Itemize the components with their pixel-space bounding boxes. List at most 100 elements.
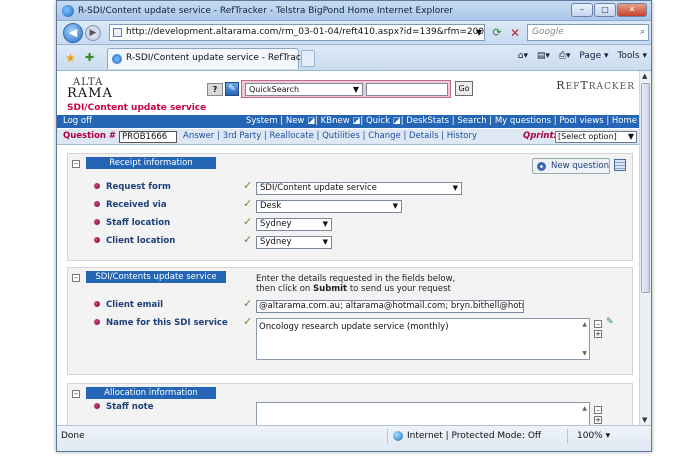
bullet-icon xyxy=(94,301,100,307)
altarama-logo: ALTA RAMA xyxy=(67,77,113,100)
qprint-select[interactable]: [Select option] ▼ xyxy=(555,131,637,143)
page-scrollbar[interactable]: ▲ ▼ xyxy=(639,71,651,425)
received-via-label: Received via xyxy=(94,200,167,210)
allocation-panel: – Allocation information Staff note ▲ – … xyxy=(67,383,633,425)
favorites-star-icon[interactable]: ★ xyxy=(65,51,76,65)
question-action-links[interactable]: Answer | 3rd Party | Reallocate | Qutili… xyxy=(183,129,477,144)
quicksearch-bar: QuickSearch ▼ xyxy=(241,80,451,98)
help-icon[interactable]: ? xyxy=(207,83,223,96)
sdi-instructions-submit: Submit xyxy=(313,284,348,294)
expand-field-icon[interactable]: + xyxy=(594,330,602,338)
scroll-down-icon[interactable]: ▼ xyxy=(642,416,647,424)
question-label: Question # xyxy=(63,131,117,141)
tab-page-icon xyxy=(112,54,122,64)
new-tab-button[interactable] xyxy=(301,50,315,67)
refresh-icon[interactable]: ⟳ xyxy=(489,25,505,41)
scroll-up-icon[interactable]: ▲ xyxy=(582,321,587,328)
chevron-down-icon: ▼ xyxy=(627,132,634,141)
sdi-name-textarea[interactable]: Oncology research update service (monthl… xyxy=(256,318,590,360)
chevron-down-icon: ▼ xyxy=(322,238,328,246)
home-icon[interactable]: ⌂▾ xyxy=(518,51,528,61)
quicksearch-tool-icon[interactable]: ✎ xyxy=(225,82,239,96)
scrollbar-thumb[interactable] xyxy=(641,83,650,293)
received-via-select[interactable]: Desk ▼ xyxy=(256,200,402,213)
scroll-up-icon[interactable]: ▲ xyxy=(642,72,647,80)
sdi-instructions-post: to send us your request xyxy=(347,284,451,294)
scroll-up-icon[interactable]: ▲ xyxy=(582,405,587,412)
print-icon[interactable]: ⎙▾ xyxy=(559,51,571,61)
zoom-control[interactable]: 100% ▾ xyxy=(577,431,610,441)
address-bar[interactable]: http://development.altarama.com/rm_03-01… xyxy=(109,24,485,41)
chevron-down-icon: ▼ xyxy=(322,220,328,228)
logoff-link[interactable]: Log off xyxy=(63,115,92,128)
go-button[interactable]: Go xyxy=(455,81,473,96)
globe-icon xyxy=(393,431,403,441)
feeds-icon[interactable]: ▤▾ xyxy=(537,51,550,61)
check-icon: ✓ xyxy=(243,315,253,328)
received-via-value: Desk xyxy=(260,201,282,211)
sdi-instructions: Enter the details requested in the field… xyxy=(256,274,455,294)
client-location-label-text: Client location xyxy=(106,236,176,246)
request-form-select[interactable]: SDI/Content update service ▼ xyxy=(256,182,462,195)
nav-links[interactable]: System | New ◪| KBnew ◪| Quick ◪| DeskSt… xyxy=(246,115,637,128)
address-row: ◀ ▶ http://development.altarama.com/rm_0… xyxy=(57,21,651,45)
quicksearch-select-value: QuickSearch xyxy=(249,85,300,94)
quicksearch-select[interactable]: QuickSearch ▼ xyxy=(245,83,363,96)
client-email-label: Client email xyxy=(94,300,163,310)
search-input[interactable]: Google ⌕ xyxy=(527,24,649,41)
page-menu[interactable]: Page ▾ xyxy=(579,51,608,61)
minimize-button[interactable]: – xyxy=(571,3,593,17)
list-view-icon[interactable] xyxy=(614,159,626,171)
page-title: SDI/Content update service xyxy=(67,103,207,113)
close-button[interactable]: ✕ xyxy=(617,3,647,17)
add-favorite-icon[interactable]: ✚ xyxy=(85,51,94,64)
tab-active[interactable]: R-SDI/Content update service - RefTracke… xyxy=(107,48,315,69)
staff-note-textarea[interactable]: ▲ xyxy=(256,402,590,425)
client-location-select[interactable]: Sydney ▼ xyxy=(256,236,332,249)
radio-icon xyxy=(537,162,546,171)
tab-label: R-SDI/Content update service - RefTracke… xyxy=(126,53,315,63)
sdi-instructions-line2: then click on Submit to send us your req… xyxy=(256,284,455,294)
scroll-down-icon[interactable]: ▼ xyxy=(582,350,587,357)
bullet-icon xyxy=(94,201,100,207)
collapse-receipt-toggle[interactable]: – xyxy=(72,160,80,168)
search-icon[interactable]: ⌕ xyxy=(640,25,645,40)
page-icon xyxy=(113,28,122,37)
client-email-field[interactable]: @altarama.com.au; altarama@hotmail.com; … xyxy=(256,300,524,313)
staff-location-select[interactable]: Sydney ▼ xyxy=(256,218,332,231)
request-form-value: SDI/Content update service xyxy=(260,183,377,193)
chevron-down-icon: ▼ xyxy=(452,184,458,192)
page-content: ALTA RAMA ? ✎ QuickSearch ▼ Go REFTRACKE… xyxy=(57,71,641,425)
chevron-down-icon[interactable]: ▼ xyxy=(476,25,482,40)
question-toolbar: Question # PROB1666 Answer | 3rd Party |… xyxy=(57,129,641,145)
new-question-button[interactable]: New question xyxy=(532,158,610,174)
window-controls: – □ ✕ xyxy=(570,3,647,17)
maximize-button[interactable]: □ xyxy=(594,3,616,17)
allocation-header: Allocation information xyxy=(86,387,216,399)
expand-field-icon[interactable]: + xyxy=(594,416,602,424)
quicksearch-input[interactable] xyxy=(366,83,448,96)
receipt-header: Receipt information xyxy=(86,157,216,169)
edit-pencil-icon[interactable]: ✎ xyxy=(606,317,614,327)
brand-part-racker: RACKER xyxy=(588,82,635,92)
back-button[interactable]: ◀ xyxy=(63,23,83,43)
browser-window: R-SDI/Content update service - RefTracke… xyxy=(56,0,652,452)
staff-location-label-text: Staff location xyxy=(106,218,171,228)
collapse-allocation-toggle[interactable]: – xyxy=(72,390,80,398)
brand-part-ef: EF xyxy=(565,82,581,92)
collapse-sdi-toggle[interactable]: – xyxy=(72,274,80,282)
tools-menu[interactable]: Tools ▾ xyxy=(617,51,647,61)
staff-note-label: Staff note xyxy=(94,402,154,412)
sdi-instructions-pre: then click on xyxy=(256,284,314,294)
ie-icon xyxy=(62,5,74,17)
security-zone[interactable]: Internet | Protected Mode: Off xyxy=(393,429,541,443)
collapse-field-icon[interactable]: – xyxy=(594,320,602,328)
status-separator xyxy=(567,429,568,443)
stop-icon[interactable]: ✕ xyxy=(507,25,523,41)
collapse-field-icon[interactable]: – xyxy=(594,406,602,414)
forward-button[interactable]: ▶ xyxy=(85,25,101,41)
client-email-label-text: Client email xyxy=(106,300,164,310)
title-bar: R-SDI/Content update service - RefTracke… xyxy=(57,1,651,21)
question-id-field[interactable]: PROB1666 xyxy=(119,131,177,143)
sdi-header: SDI/Contents update service xyxy=(86,271,226,283)
